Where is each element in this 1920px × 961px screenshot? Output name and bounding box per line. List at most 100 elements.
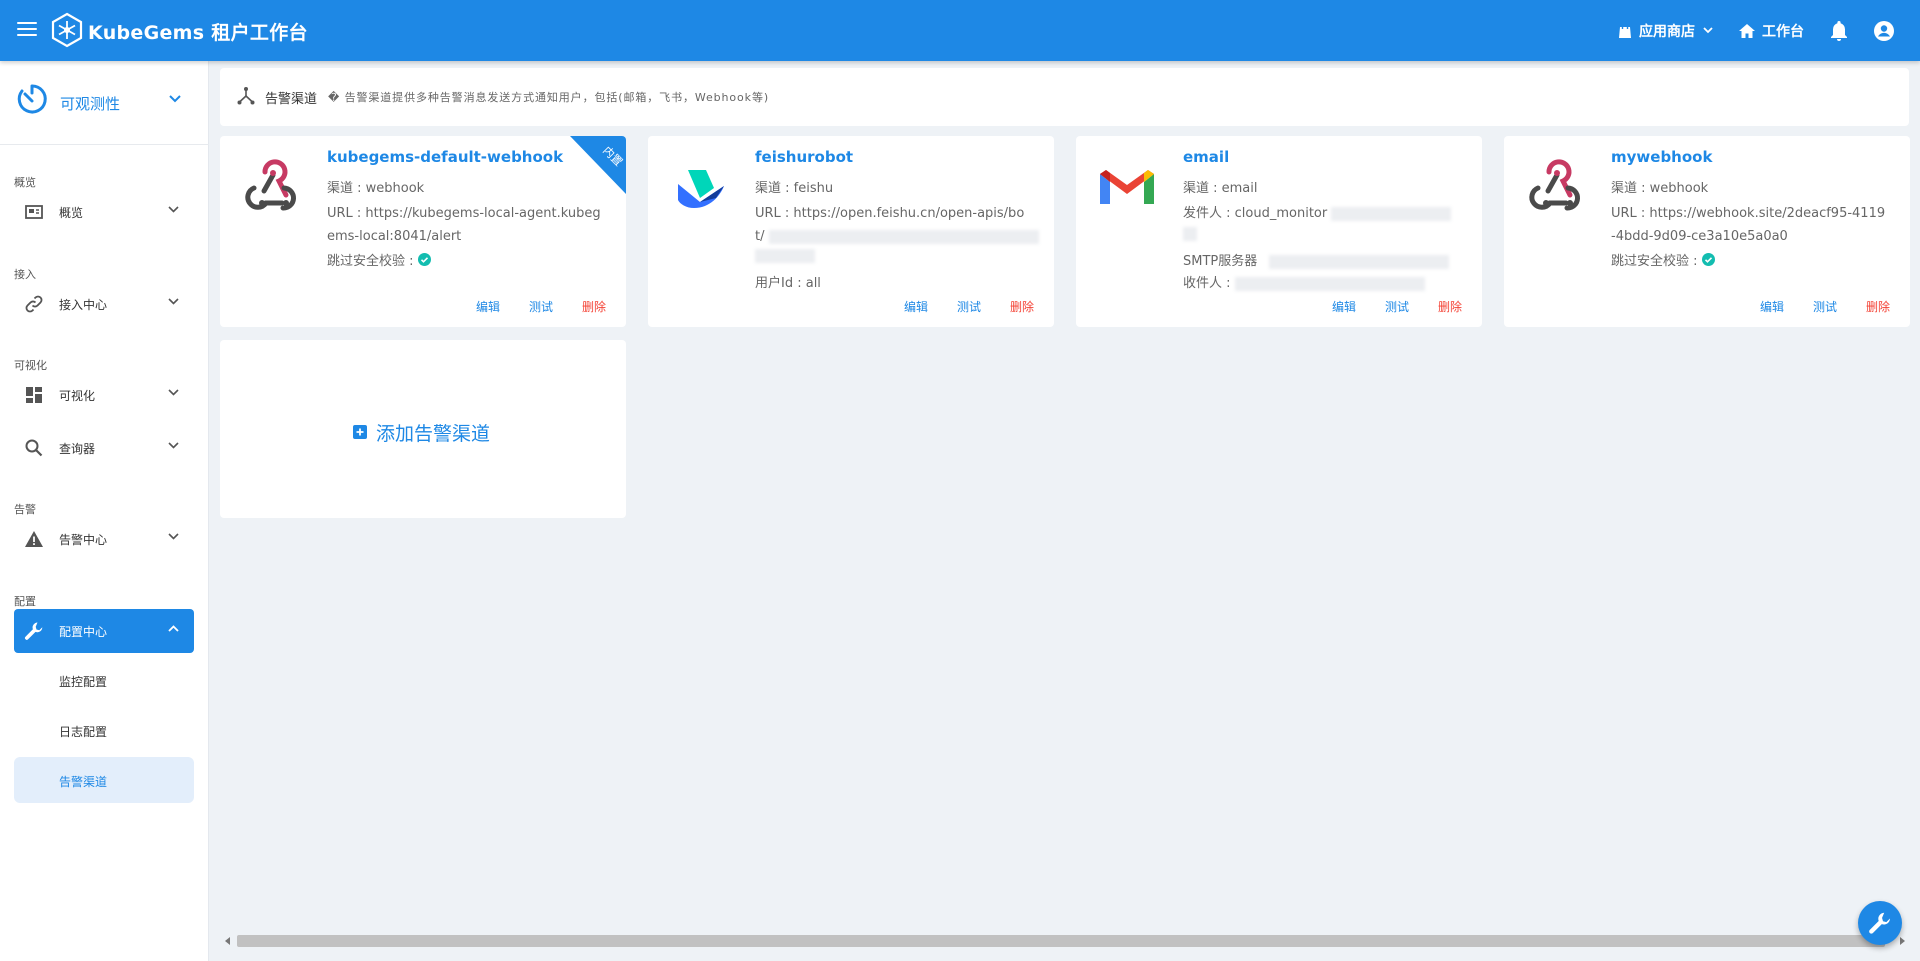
- feishu-icon: [678, 170, 724, 208]
- horizontal-scrollbar[interactable]: [221, 932, 1909, 950]
- sidebar-subitem-label: 监控配置: [59, 675, 108, 689]
- sidebar-item-overview[interactable]: 概览: [14, 190, 194, 234]
- channel-card: mywebhook 渠道 : webhook URL : https://web…: [1504, 136, 1910, 327]
- channel-sender-label: 发件人 : cloud_monitor: [1183, 206, 1328, 221]
- section-title-overview: 概览: [14, 176, 36, 189]
- kubegems-logo: [51, 12, 83, 48]
- channel-name: mywebhook: [1611, 148, 1713, 166]
- channel-type: 渠道 : feishu: [755, 181, 834, 196]
- test-button[interactable]: 测试: [1385, 298, 1409, 315]
- channel-type: 渠道 : webhook: [1611, 181, 1709, 196]
- chevron-down-icon: [168, 298, 179, 305]
- channel-card: kubegems-default-webhook 渠道 : webhook UR…: [220, 136, 626, 327]
- redacted-text: [1269, 254, 1450, 269]
- channel-name: feishurobot: [755, 148, 854, 166]
- home-icon: [1739, 23, 1755, 38]
- sidebar-subitem-label: 告警渠道: [59, 775, 108, 789]
- webhook-icon: [1529, 159, 1580, 211]
- bell-icon[interactable]: [1830, 20, 1848, 41]
- sidebar-item-alert-center[interactable]: 告警中心: [14, 517, 194, 561]
- sidebar-subitem-alert-channel[interactable]: 告警渠道: [14, 757, 194, 803]
- chevron-down-icon: [168, 389, 179, 396]
- sidebar-subitem-label: 日志配置: [59, 725, 108, 739]
- section-title-access: 接入: [14, 268, 36, 281]
- menu-icon[interactable]: [14, 18, 40, 44]
- sidebar-item-config-center[interactable]: 配置中心: [14, 609, 194, 653]
- search-icon: [25, 439, 43, 457]
- channel-card: feishurobot 渠道 : feishu URL : https://op…: [648, 136, 1054, 327]
- delete-button[interactable]: 删除: [1866, 298, 1890, 315]
- chevron-down-icon: [168, 533, 179, 540]
- channel-url: URL : https://open.feishu.cn/open-apis/b…: [755, 206, 1025, 221]
- test-button[interactable]: 测试: [529, 298, 553, 315]
- dashboard-card-icon: [25, 205, 43, 219]
- test-button[interactable]: 测试: [957, 298, 981, 315]
- link-icon: [25, 295, 43, 313]
- section-title-visual: 可视化: [14, 359, 47, 372]
- channel-url-cont: ems-local:8041/alert: [327, 229, 462, 244]
- channel-smtp-label: SMTP服务器: [1183, 254, 1258, 269]
- redacted-text: [1331, 206, 1452, 221]
- warning-icon: [25, 531, 43, 547]
- scrollbar-thumb[interactable]: [237, 935, 1885, 947]
- channel-card: email 渠道 : email 发件人 : cloud_monitor SMT…: [1076, 136, 1482, 327]
- page-description: � 告警渠道提供多种告警消息发送方式通知用户，包括(邮箱，飞书，Webhook等…: [328, 91, 770, 104]
- check-circle-icon: [417, 253, 431, 266]
- wrench-icon: [1869, 912, 1890, 934]
- delete-button[interactable]: 删除: [1438, 298, 1462, 315]
- chevron-down-icon: [1703, 27, 1713, 34]
- skip-tls-label: 跳过安全校验 :: [1611, 254, 1698, 269]
- redacted-text: [1183, 226, 1197, 241]
- scroll-left-arrow[interactable]: [225, 937, 230, 945]
- settings-fab[interactable]: [1858, 901, 1902, 945]
- edit-button[interactable]: 编辑: [1332, 298, 1356, 315]
- account-icon[interactable]: [1874, 20, 1894, 41]
- channel-type: 渠道 : email: [1183, 181, 1258, 196]
- edit-button[interactable]: 编辑: [1760, 298, 1784, 315]
- chevron-up-icon: [168, 625, 179, 632]
- sidebar-item-access-center[interactable]: 接入中心: [14, 282, 194, 326]
- webhook-icon: [245, 159, 296, 211]
- sidebar-module-selector[interactable]: 可观测性: [0, 61, 209, 145]
- redacted-row: [755, 244, 1040, 268]
- hub-icon: [237, 87, 255, 105]
- delete-button[interactable]: 删除: [582, 298, 606, 315]
- scroll-right-arrow[interactable]: [1900, 937, 1905, 945]
- channel-url: URL : https://kubegems-local-agent.kubeg: [327, 206, 601, 221]
- edit-button[interactable]: 编辑: [904, 298, 928, 315]
- skip-tls-row: 跳过安全校验 :: [327, 250, 612, 274]
- page-header: 告警渠道 � 告警渠道提供多种告警消息发送方式通知用户，包括(邮箱，飞书，Web…: [220, 68, 1909, 126]
- sidebar-item-query[interactable]: 查询器: [14, 426, 194, 470]
- workspace-link[interactable]: 工作台: [1739, 21, 1804, 41]
- gmail-icon: [1100, 170, 1154, 204]
- sidebar-item-label: 查询器: [59, 442, 96, 456]
- redacted-text: [1234, 276, 1425, 291]
- section-title-alert: 告警: [14, 503, 36, 516]
- sidebar-item-label: 告警中心: [59, 533, 108, 547]
- chevron-down-icon: [169, 95, 181, 103]
- app-store-menu[interactable]: 应用商店: [1618, 21, 1713, 41]
- edit-button[interactable]: 编辑: [476, 298, 500, 315]
- app-store-label: 应用商店: [1639, 23, 1695, 40]
- bag-icon: [1619, 22, 1631, 38]
- add-channel-button[interactable]: 添加告警渠道: [220, 340, 626, 518]
- app-title: KubeGems 租户工作台: [88, 22, 308, 44]
- sidebar-item-label: 配置中心: [59, 625, 108, 639]
- plus-box-icon: [353, 425, 367, 439]
- page-title: 告警渠道: [265, 92, 318, 107]
- skip-tls-label: 跳过安全校验 :: [327, 254, 414, 269]
- sidebar-subitem-log-config[interactable]: 日志配置: [14, 707, 194, 753]
- delete-button[interactable]: 删除: [1010, 298, 1034, 315]
- add-channel-label: 添加告警渠道: [376, 423, 491, 445]
- channel-name: email: [1183, 148, 1230, 166]
- channel-url: URL : https://webhook.site/2deacf95-4119: [1611, 206, 1886, 221]
- sidebar-subitem-monitor-config[interactable]: 监控配置: [14, 657, 194, 703]
- test-button[interactable]: 测试: [1813, 298, 1837, 315]
- section-title-config: 配置: [14, 595, 36, 608]
- sidebar-item-visualization[interactable]: 可视化: [14, 373, 194, 417]
- channel-receiver-label: 收件人 :: [1183, 276, 1231, 291]
- builtin-badge: 内置: [570, 136, 626, 194]
- channel-smtp: SMTP服务器: [1183, 250, 1468, 274]
- top-app-bar: KubeGems 租户工作台 应用商店 工作台: [0, 0, 1920, 61]
- skip-tls-row: 跳过安全校验 :: [1611, 250, 1896, 274]
